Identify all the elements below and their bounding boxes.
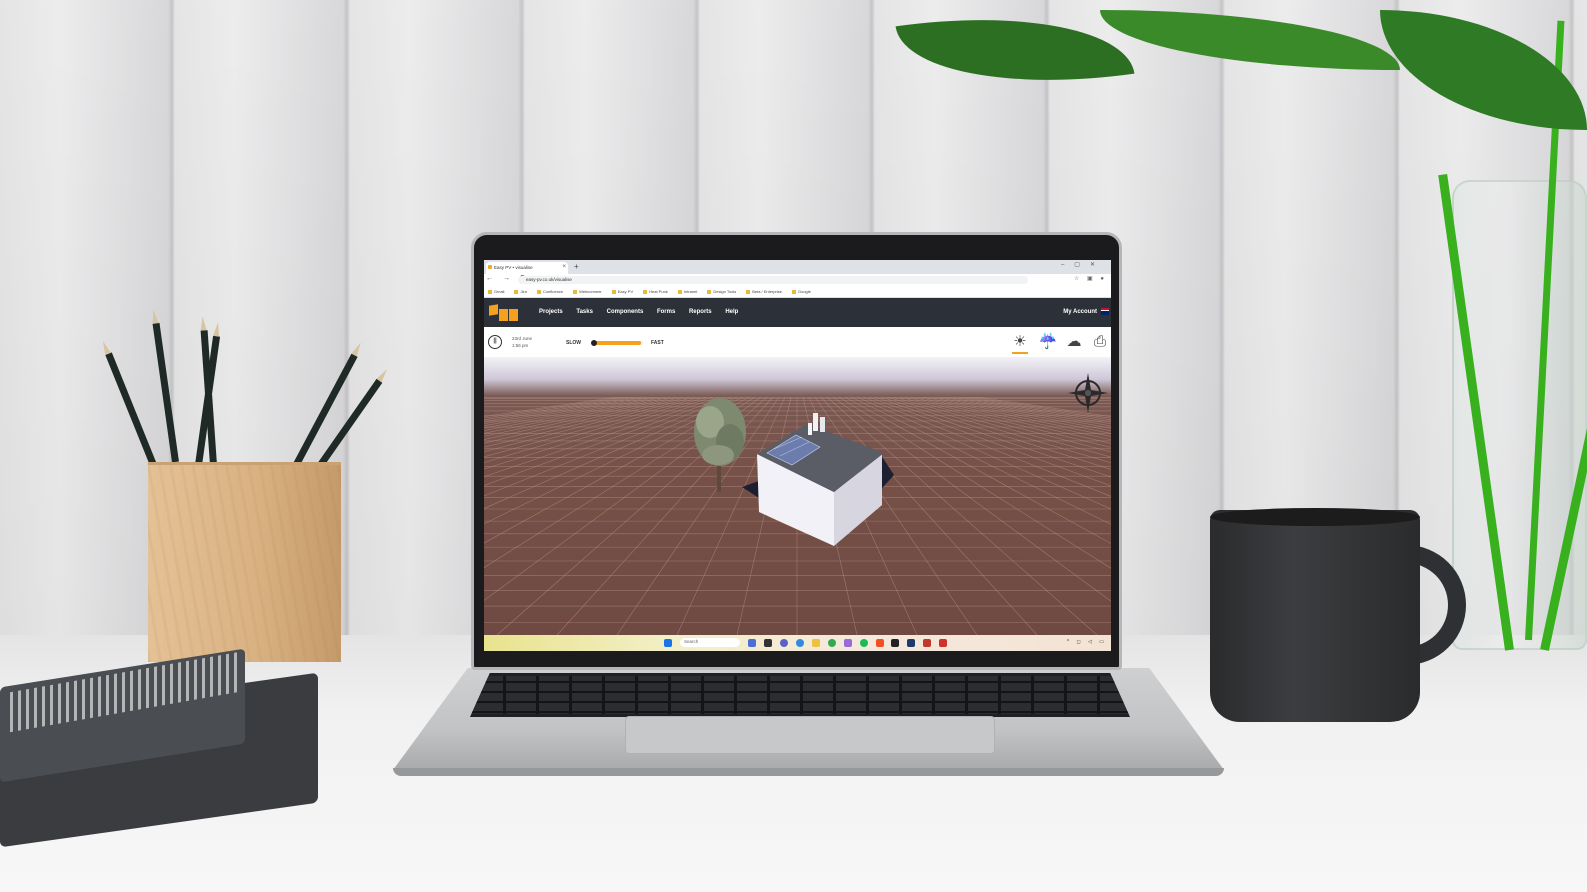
rain-icon[interactable]: ☔	[1038, 333, 1058, 351]
address-bar: ← → C easy-pv.co.uk/visualise ☆ ▣ ●	[484, 274, 1111, 286]
app-icon[interactable]	[939, 638, 948, 647]
chimney	[813, 413, 818, 431]
tab-title: Easy PV • visualise	[494, 265, 533, 270]
sim-datetime: 23rd June 1:56 pm	[512, 335, 532, 349]
bookmark-item[interactable]: Design Tools	[707, 289, 736, 294]
url-input[interactable]: easy-pv.co.uk/visualise	[518, 276, 1028, 284]
menu-projects[interactable]: Projects	[539, 309, 563, 315]
browser-tab[interactable]: Easy PV • visualise ×	[486, 262, 568, 274]
window-controls[interactable]: –▢✕	[1061, 261, 1105, 268]
bookmark-folder-icon	[707, 290, 712, 294]
bookmark-folder-icon	[677, 290, 682, 294]
speed-slider-knob[interactable]	[591, 340, 597, 346]
app-icon[interactable]	[747, 638, 756, 647]
sim-date: 23rd June	[512, 336, 533, 341]
folder-icon[interactable]	[811, 638, 820, 647]
app-icon[interactable]	[779, 638, 788, 647]
sim-time: 1:56 pm	[512, 343, 529, 348]
new-tab-button[interactable]: +	[574, 262, 579, 271]
bookmark-item[interactable]: Jira	[514, 289, 527, 294]
windows-start-icon[interactable]	[664, 638, 672, 647]
app-icon[interactable]	[843, 638, 852, 647]
app-icon[interactable]	[923, 638, 932, 647]
easy-pv-logo[interactable]	[489, 304, 523, 323]
pencil-holder	[148, 462, 341, 662]
slow-label: SLOW	[566, 340, 581, 346]
taskbar-search[interactable]: Search	[679, 638, 740, 647]
bookmark-item[interactable]: Heat Punk	[643, 289, 668, 294]
bookmarks-bar: Gmail Jira Confluence Webcommer Easy PV Heat …	[484, 286, 1111, 298]
coffee-mug	[1210, 510, 1420, 722]
favicon-icon	[488, 265, 492, 269]
bookmark-folder-icon	[792, 290, 796, 294]
bookmark-item[interactable]: Webcommer	[573, 289, 602, 294]
extension-icons[interactable]: ☆ ▣ ●	[1074, 275, 1107, 282]
bookmark-item[interactable]: Intranet	[677, 289, 697, 294]
sun-icon[interactable]: ☀	[1010, 333, 1030, 354]
spotify-icon[interactable]	[859, 638, 868, 647]
main-menu: Projects Tasks Components Forms Reports …	[539, 309, 750, 315]
app-header: Projects Tasks Components Forms Reports …	[484, 298, 1111, 327]
bookmark-folder-icon	[536, 290, 541, 294]
fast-label: FAST	[651, 340, 664, 346]
trackpad	[625, 716, 995, 754]
photo-scene: Easy PV • visualise × + –▢✕ ← → C easy-p…	[0, 0, 1587, 892]
app-icon[interactable]	[763, 638, 772, 647]
menu-help[interactable]: Help	[725, 309, 738, 315]
bookmark-item[interactable]: Easy PV	[611, 289, 633, 294]
bookmark-item[interactable]: Google	[792, 289, 811, 294]
speed-slider-fill	[593, 341, 641, 345]
scene-objects	[694, 373, 1108, 546]
simulation-toolbar: || 23rd June 1:56 pm SLOW FAST ☀ ☔ ☁ ⎙	[484, 327, 1111, 357]
uk-flag-icon[interactable]	[1101, 308, 1109, 315]
bookmark-folder-icon	[573, 290, 578, 294]
pause-button[interactable]: ||	[488, 335, 502, 349]
speed-slider[interactable]	[591, 340, 643, 346]
laptop-screen: Easy PV • visualise × + –▢✕ ← → C easy-p…	[484, 260, 1111, 651]
app-icon[interactable]	[875, 638, 884, 647]
windows-taskbar: Search ^ ◻ ◁ ▭	[484, 635, 1111, 651]
bookmark-folder-icon	[514, 290, 519, 294]
bookmark-item[interactable]: Beta / Enterprise	[746, 289, 782, 294]
chrome-icon[interactable]	[827, 638, 836, 647]
taskbar-apps: Search	[664, 638, 953, 647]
my-account-link[interactable]: My Account	[1063, 309, 1097, 315]
system-tray[interactable]: ^ ◻ ◁ ▭	[1067, 639, 1107, 645]
bookmark-folder-icon	[488, 290, 492, 294]
bookmark-item[interactable]: Confluence	[536, 289, 563, 294]
bookmark-folder-icon	[643, 290, 648, 294]
bookmark-item[interactable]: Gmail	[488, 289, 504, 294]
cloud-icon[interactable]: ☁	[1064, 333, 1084, 351]
menu-tasks[interactable]: Tasks	[576, 309, 593, 315]
laptop-keyboard	[470, 673, 1130, 717]
compass-icon	[1068, 373, 1108, 413]
app-icon[interactable]	[795, 638, 804, 647]
browser-tabbar: Easy PV • visualise × + –▢✕	[484, 260, 1111, 274]
camera-icon[interactable]: ⎙	[1090, 333, 1110, 351]
app-icon[interactable]	[891, 638, 900, 647]
tree-model	[694, 398, 746, 492]
bookmark-folder-icon	[611, 290, 616, 294]
app-icon[interactable]	[907, 638, 916, 647]
bookmark-folder-icon	[746, 290, 751, 294]
menu-reports[interactable]: Reports	[689, 309, 712, 315]
menu-forms[interactable]: Forms	[657, 309, 675, 315]
close-tab-icon[interactable]: ×	[562, 264, 566, 270]
3d-viewport[interactable]	[484, 357, 1111, 635]
menu-components[interactable]: Components	[607, 309, 644, 315]
